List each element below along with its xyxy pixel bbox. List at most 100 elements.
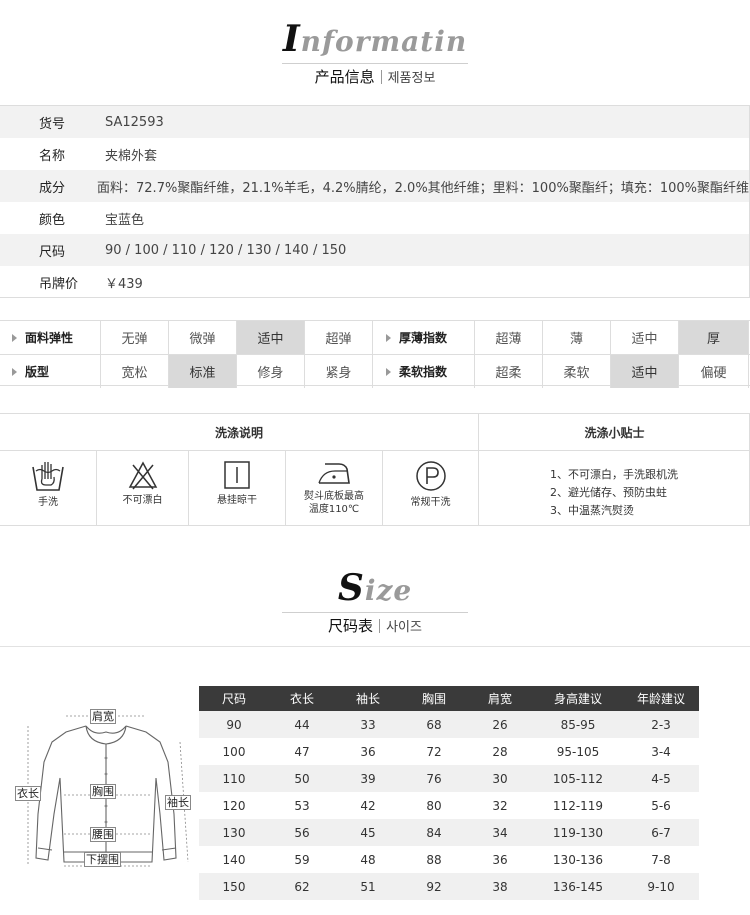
info-row: 名称 夹棉外套 [0, 138, 749, 170]
size-table-header-cell: 胸围 [401, 686, 467, 711]
wash-item-bleach: 不可漂白 [97, 451, 189, 526]
table-cell: 36 [492, 852, 508, 867]
hand-wash-icon [32, 462, 64, 491]
diagram-label-hem: 下摆围 [84, 852, 121, 867]
attribute-label: 厚薄指数 [374, 321, 475, 354]
attribute-row: 版型 宽松 标准 修身 紧身 柔软指数 超柔 柔软 适中 偏硬 [0, 354, 750, 388]
wash-tip: 1、不可漂白，手洗跟机洗 [550, 468, 678, 481]
table-cell: 92 [401, 873, 467, 900]
table-cell: 36 [360, 744, 376, 759]
attribute-option: 薄 [543, 321, 611, 354]
size-table-header-cell: 袖长 [335, 686, 401, 711]
table-cell: 7-8 [651, 852, 671, 867]
table-cell: 42 [360, 798, 376, 813]
size-table-header-cell: 尺码 [199, 686, 269, 711]
info-row: 尺码 90 / 100 / 110 / 120 / 130 / 140 / 150 [0, 234, 749, 266]
info-value: 面料：72.7%聚酯纤维，21.1%羊毛，4.2%腈纶，2.0%其他纤维；里料：… [97, 180, 749, 196]
wash-tip: 3、中温蒸汽熨烫 [550, 504, 634, 517]
wash-tips: 1、不可漂白，手洗跟机洗 2、避光储存、预防虫蛀 3、中温蒸汽熨烫 [550, 466, 678, 520]
table-cell: 76 [401, 765, 467, 792]
attribute-label-text: 面料弹性 [25, 331, 74, 345]
table-cell: 88 [426, 852, 442, 867]
table-cell: 59 [294, 852, 310, 867]
table-cell: 80 [426, 798, 442, 813]
table-cell: 105-112 [533, 765, 623, 792]
diagram-label-shoulder: 肩宽 [90, 709, 116, 724]
table-cell: 32 [492, 798, 508, 813]
info-label: 尺码 [39, 244, 66, 260]
size-table-header-cell: 年龄建议 [623, 686, 699, 711]
diagram-label-chest: 胸围 [90, 784, 116, 799]
heading-divider [282, 63, 468, 64]
table-row: 100 47 36 72 28 95-105 3-4 [199, 738, 699, 765]
table-cell: 28 [492, 744, 508, 759]
info-value: 90 / 100 / 110 / 120 / 130 / 140 / 150 [105, 242, 347, 258]
table-cell: 51 [335, 873, 401, 900]
info-label: 颜色 [39, 212, 66, 228]
table-cell: 26 [467, 711, 533, 738]
attribute-option: 修身 [237, 355, 305, 388]
table-cell: 53 [294, 798, 310, 813]
wash-label-iron: 熨斗底板最高 温度110℃ [304, 491, 364, 515]
attribute-label-text: 柔软指数 [399, 365, 448, 379]
diagram-label-length: 衣长 [15, 786, 41, 801]
attribute-option: 紧身 [305, 355, 373, 388]
wash-tips-title: 洗涤小贴士 [479, 414, 750, 451]
info-value: 夹棉外套 [105, 148, 158, 164]
wash-label-hand: 手洗 [38, 497, 58, 508]
attribute-option: 无弹 [101, 321, 169, 354]
table-cell: 95-105 [556, 744, 600, 759]
attribute-option: 超柔 [475, 355, 543, 388]
table-row: 150 62 51 92 38 136-145 9-10 [199, 873, 699, 900]
table-cell: 33 [335, 711, 401, 738]
wash-title: 洗涤说明 [0, 414, 478, 451]
triangle-bullet-icon [386, 333, 391, 342]
hang-dry-icon [224, 461, 250, 489]
table-cell: 62 [269, 873, 335, 900]
attribute-label: 柔软指数 [374, 355, 475, 388]
table-cell: 100 [222, 744, 246, 759]
table-cell: 3-4 [651, 744, 671, 759]
table-cell: 84 [401, 819, 467, 846]
wash-item-iron: 熨斗底板最高 温度110℃ [286, 451, 383, 526]
size-table-header-cell: 肩宽 [467, 686, 533, 711]
size-table-header: 尺码 衣长 袖长 胸围 肩宽 身高建议 年龄建议 [199, 686, 699, 711]
attribute-option: 厚 [679, 321, 749, 354]
table-cell: 85-95 [533, 711, 623, 738]
table-cell: 9-10 [623, 873, 699, 900]
table-cell: 112-119 [552, 798, 604, 813]
attribute-option: 适中 [611, 321, 679, 354]
size-table: 尺码 衣长 袖长 胸围 肩宽 身高建议 年龄建议 90 44 33 68 26 85-95 2-3 100 4… [199, 686, 699, 900]
section-divider [0, 646, 750, 647]
attribute-option: 超薄 [475, 321, 543, 354]
wash-label-dry: 悬挂晾干 [217, 495, 257, 506]
wash-item-dryclean: 常规干洗 [383, 451, 478, 526]
table-cell: 5-6 [651, 798, 671, 813]
info-row: 吊牌价 ￥439 [0, 266, 749, 298]
info-label: 名称 [39, 148, 66, 164]
attribute-option: 超弹 [305, 321, 373, 354]
table-cell: 130-136 [552, 852, 604, 867]
table-row: 90 44 33 68 26 85-95 2-3 [199, 711, 699, 738]
table-cell: 150 [199, 873, 269, 900]
triangle-bullet-icon [12, 333, 17, 342]
table-row: 130 56 45 84 34 119-130 6-7 [199, 819, 699, 846]
table-row: 140 59 48 88 36 130-136 7-8 [199, 846, 699, 873]
table-cell: 130 [199, 819, 269, 846]
info-heading-subtitle: 产品信息 제품정보 [314, 68, 436, 86]
wash-label-dryclean: 常规干洗 [410, 497, 451, 508]
diagram-label-sleeve: 袖长 [165, 795, 191, 810]
attribute-label: 面料弹性 [0, 321, 101, 354]
info-row: 颜色 宝蓝色 [0, 202, 749, 234]
washing-panel: 洗涤说明 洗涤小贴士 手洗 不可漂白 悬挂晾干 熨斗底板最高 温度110℃ 常规… [0, 413, 750, 526]
info-value: ￥439 [105, 276, 143, 292]
table-cell: 44 [269, 711, 335, 738]
dry-clean-icon [415, 461, 446, 491]
size-heading-subtitle: 尺码表 사이즈 [328, 617, 422, 635]
attribute-label-text: 厚薄指数 [399, 331, 448, 345]
table-cell: 39 [335, 765, 401, 792]
info-value: SA12593 [105, 114, 164, 130]
table-cell: 30 [467, 765, 533, 792]
info-label: 货号 [39, 116, 66, 132]
table-row: 120 53 42 80 32 112-119 5-6 [199, 792, 699, 819]
